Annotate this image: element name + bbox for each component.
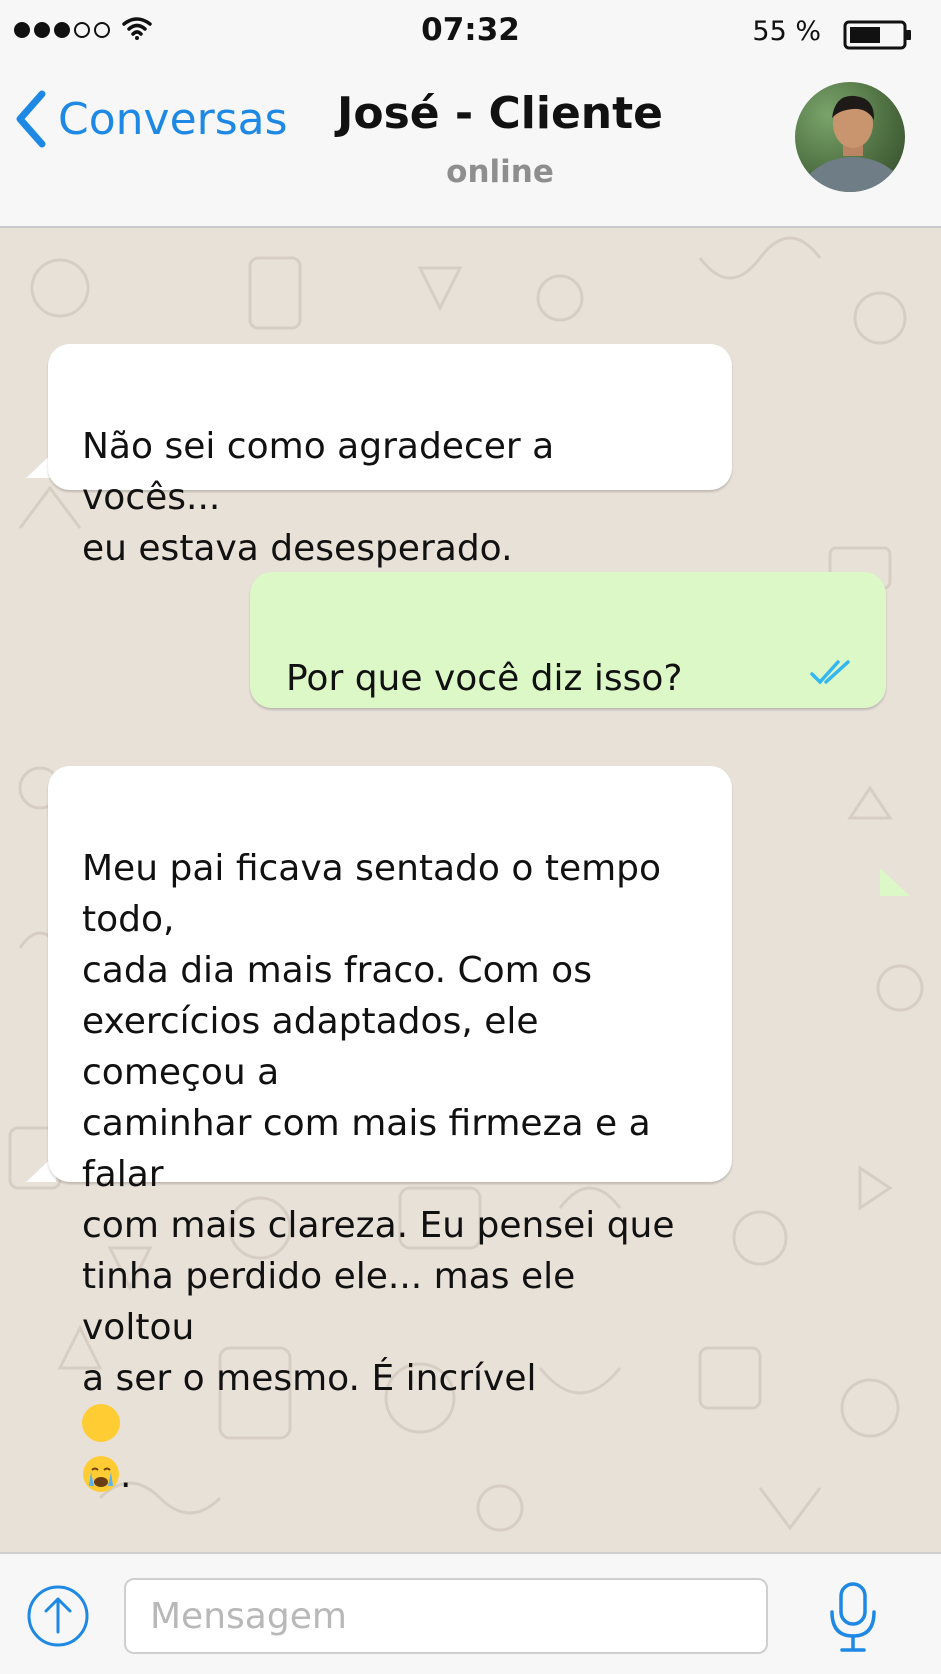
chat-header: Conversas José - Cliente online: [0, 64, 941, 228]
message-incoming[interactable]: Meu pai ficava sentado o tempo todo, cad…: [48, 766, 732, 1496]
double-check-icon: [810, 660, 850, 685]
microphone-icon[interactable]: [826, 1580, 880, 1656]
message-outgoing[interactable]: Por que você diz isso?: [250, 572, 886, 708]
battery-icon: [843, 20, 911, 50]
chevron-left-icon: [16, 90, 46, 148]
crying-face-emoji: [82, 1404, 120, 1492]
back-button-label: Conversas: [58, 93, 288, 145]
message-composer: [0, 1552, 941, 1674]
chat-area[interactable]: Não sei como agradecer a vocês... eu est…: [0, 228, 941, 1552]
avatar[interactable]: [795, 82, 905, 192]
contact-status: online: [446, 154, 554, 190]
back-button[interactable]: Conversas: [14, 90, 288, 148]
contact-name[interactable]: José - Cliente: [300, 88, 700, 139]
status-bar: 07:32 55 %: [0, 0, 941, 64]
message-text-end: .: [120, 1455, 132, 1496]
message-text: Por que você diz isso?: [286, 658, 683, 699]
avatar-photo: [799, 95, 905, 192]
upload-button[interactable]: [26, 1584, 90, 1648]
message-input[interactable]: [124, 1578, 768, 1654]
message-incoming[interactable]: Não sei como agradecer a vocês... eu est…: [48, 344, 732, 569]
battery-percentage: 55 %: [752, 16, 821, 47]
